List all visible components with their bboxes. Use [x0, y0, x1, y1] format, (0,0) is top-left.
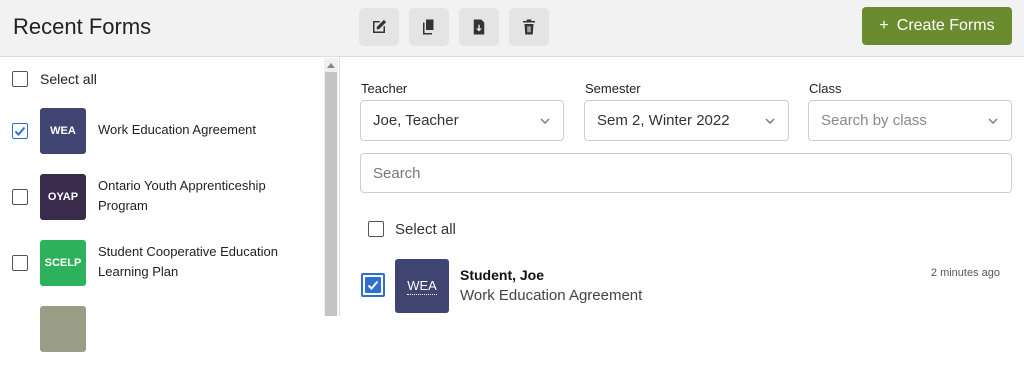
- select-all-forms-label: Select all: [40, 71, 97, 87]
- check-icon: [14, 126, 26, 136]
- form-checkbox[interactable]: [12, 123, 28, 139]
- select-all-forms-checkbox[interactable]: [12, 71, 28, 87]
- edit-button[interactable]: [359, 8, 399, 46]
- timestamp: 2 minutes ago: [930, 267, 1000, 279]
- form-name: Work Education Agreement: [98, 122, 257, 137]
- download-icon: [473, 19, 485, 35]
- form-badge: WEA: [40, 108, 86, 154]
- create-forms-button[interactable]: + Create Forms: [862, 7, 1012, 45]
- class-label: Class: [809, 81, 842, 96]
- copy-icon: [423, 19, 434, 35]
- student-form-name: Work Education Agreement: [460, 287, 643, 304]
- chevron-down-icon: [765, 118, 775, 124]
- delete-button[interactable]: [509, 8, 549, 46]
- plus-icon: +: [879, 17, 889, 34]
- result-checkbox[interactable]: [361, 273, 385, 297]
- form-list-panel: Select all WEA Work Education Agreement …: [0, 58, 340, 352]
- class-placeholder: Search by class: [821, 112, 927, 129]
- check-icon: [367, 280, 379, 290]
- form-checkbox[interactable]: [12, 255, 28, 271]
- form-list-item[interactable]: OYAP Ontario Youth Apprenticeship Progra…: [0, 173, 322, 237]
- select-all-results-checkbox[interactable]: [368, 221, 384, 237]
- edit-icon: [373, 19, 387, 33]
- search-field[interactable]: [360, 153, 1012, 193]
- checkbox-fill: [365, 277, 381, 293]
- result-form-abbr: WEA: [407, 277, 437, 295]
- chevron-down-icon: [988, 118, 998, 124]
- form-name: Ontario Youth Apprenticeship Program: [98, 178, 266, 213]
- form-badge: [40, 306, 86, 352]
- select-all-results-label: Select all: [395, 221, 456, 238]
- form-badge: OYAP: [40, 174, 86, 220]
- copy-button[interactable]: [409, 8, 449, 46]
- form-list-item[interactable]: [0, 305, 322, 369]
- page-title: Recent Forms: [13, 14, 152, 39]
- form-checkbox[interactable]: [12, 189, 28, 205]
- download-button[interactable]: [459, 8, 499, 46]
- create-forms-label: Create Forms: [896, 17, 995, 34]
- search-input[interactable]: [373, 154, 993, 192]
- top-bar: Recent Forms + Create Forms: [0, 0, 1024, 57]
- form-name: Student Cooperative Education Learning P…: [98, 244, 278, 279]
- form-badge: SCELP: [40, 240, 86, 286]
- form-list-item[interactable]: SCELP Student Cooperative Education Lear…: [0, 239, 322, 303]
- chevron-down-icon: [540, 118, 550, 124]
- semester-label: Semester: [585, 81, 641, 96]
- teacher-value: Joe, Teacher: [373, 112, 459, 129]
- result-form-badge: WEA: [395, 259, 449, 313]
- trash-icon: [523, 19, 535, 35]
- teacher-label: Teacher: [361, 81, 408, 96]
- scrollbar-thumb[interactable]: [325, 72, 337, 316]
- scroll-up-icon[interactable]: [327, 63, 335, 68]
- semester-select[interactable]: Sem 2, Winter 2022: [584, 100, 789, 141]
- teacher-select[interactable]: Joe, Teacher: [360, 100, 564, 141]
- form-list-item[interactable]: WEA Work Education Agreement: [0, 107, 322, 171]
- class-select[interactable]: Search by class: [808, 100, 1012, 141]
- student-name: Student, Joe: [460, 267, 545, 283]
- result-row[interactable]: WEA Student, Joe Work Education Agreemen…: [358, 256, 1012, 316]
- semester-value: Sem 2, Winter 2022: [597, 112, 730, 129]
